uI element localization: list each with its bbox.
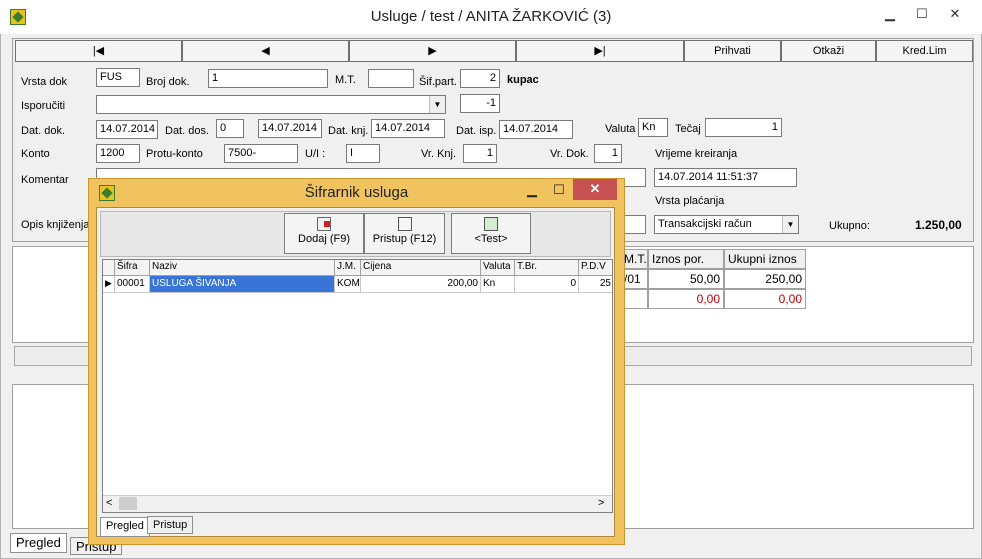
minimize-button[interactable]: ▁: [875, 4, 905, 24]
vr-dok-label: Vr. Dok.: [550, 148, 589, 160]
isporuciti-code-field[interactable]: -1: [460, 94, 500, 113]
grid-cell-cijena[interactable]: 200,00: [361, 276, 481, 293]
grid-cell-jm[interactable]: KOM: [335, 276, 361, 293]
ui-label: U/I :: [305, 148, 326, 160]
access-button-label: Pristup (F12): [372, 233, 437, 245]
chevron-down-icon: ▼: [782, 216, 798, 233]
add-button-label: Dodaj (F9): [298, 233, 350, 245]
grid-header-cijena[interactable]: Cijena: [361, 260, 481, 276]
grid-cell-naziv[interactable]: USLUGA ŠIVANJA: [150, 276, 335, 293]
tab-pregled[interactable]: Pregled: [10, 533, 67, 553]
vr-dok-field[interactable]: 1: [594, 144, 622, 163]
scroll-left-icon[interactable]: <: [106, 497, 112, 509]
grid-header-sifra[interactable]: Šifra: [115, 260, 150, 276]
close-button[interactable]: ✕: [940, 4, 970, 24]
vrijeme-label: Vrijeme kreiranja: [655, 148, 738, 160]
vr-knj-field[interactable]: 1: [463, 144, 497, 163]
broj-dok-field[interactable]: 1: [208, 69, 328, 88]
dat-dos-days-field[interactable]: 0: [216, 119, 244, 138]
grid-header-tbr[interactable]: T.Br.: [515, 260, 579, 276]
dialog-tab-pristup[interactable]: Pristup: [147, 516, 194, 534]
ukupno-label: Ukupno:: [829, 220, 870, 232]
grid-cell[interactable]: 0,00: [724, 289, 806, 309]
vrsta-placanja-dropdown[interactable]: Transakcijski račun ▼: [654, 215, 799, 234]
horizontal-scrollbar[interactable]: [103, 495, 612, 512]
dat-isp-label: Dat. isp.: [456, 125, 497, 137]
partner-type-text: kupac: [507, 74, 539, 86]
grid-cell[interactable]: 0,00: [648, 289, 724, 309]
konto-field[interactable]: 1200: [96, 144, 140, 163]
dialog-maximize-button[interactable]: ☐: [544, 180, 574, 200]
protu-konto-label: Protu-konto: [146, 148, 203, 160]
dat-knj-label: Dat. knj.: [328, 125, 369, 137]
test-button-label: <Test>: [474, 233, 508, 245]
test-button[interactable]: <Test>: [451, 213, 531, 254]
next-record-button[interactable]: ▶: [349, 40, 516, 62]
dat-dos-label: Dat. dos.: [165, 125, 210, 137]
vrijeme-field: 14.07.2014 11:51:37: [654, 168, 797, 187]
grid-header-iznos-por[interactable]: Iznos por.: [648, 249, 724, 269]
add-button[interactable]: Dodaj (F9): [284, 213, 364, 254]
grid-header-indicator: [103, 260, 115, 276]
dialog-minimize-button[interactable]: ▁: [517, 180, 547, 200]
grid-cell-valuta[interactable]: Kn: [481, 276, 515, 293]
grid-header-naziv[interactable]: Naziv: [150, 260, 335, 276]
chevron-down-icon: ▼: [429, 96, 445, 113]
scroll-right-icon[interactable]: >: [598, 497, 604, 509]
mt-field[interactable]: [368, 69, 414, 88]
accept-button[interactable]: Prihvati: [684, 40, 781, 62]
protu-konto-field[interactable]: 7500-: [224, 144, 298, 163]
konto-label: Konto: [21, 148, 50, 160]
komentar-label: Komentar: [21, 174, 69, 186]
test-icon: [484, 217, 498, 231]
grid-header-ukupni-iznos[interactable]: Ukupni iznos: [724, 249, 806, 269]
dialog-tab-pregled[interactable]: Pregled: [100, 517, 150, 537]
cancel-button[interactable]: Otkaži: [781, 40, 876, 62]
grid-cell[interactable]: 50,00: [648, 269, 724, 289]
dat-dok-label: Dat. dok.: [21, 125, 66, 137]
vrsta-dok-label: Vrsta dok: [21, 76, 68, 88]
window-title: Usluge / test / ANITA ŽARKOVIĆ (3): [370, 8, 612, 25]
scroll-thumb[interactable]: [119, 497, 137, 510]
dat-dos-field[interactable]: 14.07.2014: [258, 119, 322, 138]
dialog-close-button[interactable]: ✕: [573, 179, 617, 200]
valuta-field[interactable]: Kn: [638, 118, 668, 137]
tecaj-label: Tečaj: [675, 123, 701, 135]
vrsta-placanja-value: Transakcijski račun: [658, 218, 752, 230]
prev-record-button[interactable]: ◀: [182, 40, 349, 62]
grid-cell-sifra[interactable]: 00001: [115, 276, 150, 293]
sif-part-field[interactable]: 2: [460, 69, 500, 88]
grid-cell-tbr[interactable]: 0: [515, 276, 579, 293]
dat-knj-field[interactable]: 14.07.2014: [371, 119, 445, 138]
dat-dok-field[interactable]: 14.07.2014: [96, 120, 158, 139]
services-grid[interactable]: Šifra Naziv J.M. Cijena Valuta T.Br. P.D…: [102, 259, 613, 513]
access-record-icon: [397, 217, 412, 231]
mt-label: M.T.: [335, 74, 356, 86]
isporuciti-dropdown[interactable]: ▼: [96, 95, 446, 114]
ukupno-value: 1.250,00: [915, 218, 962, 232]
tecaj-field[interactable]: 1: [705, 118, 782, 137]
vrsta-dok-field[interactable]: FUS: [96, 68, 140, 87]
grid-cell[interactable]: 250,00: [724, 269, 806, 289]
maximize-button[interactable]: ☐: [907, 4, 937, 24]
row-pointer-icon: ▶: [103, 276, 115, 293]
ui-field[interactable]: I: [346, 144, 380, 163]
vr-knj-label: Vr. Knj.: [421, 148, 457, 160]
first-record-button[interactable]: |◀: [15, 40, 182, 62]
grid-header-valuta[interactable]: Valuta: [481, 260, 515, 276]
vrsta-placanja-label: Vrsta plaćanja: [655, 195, 725, 207]
grid-header-pdv[interactable]: P.D.V: [579, 260, 612, 276]
sif-part-label: Šif.part.: [419, 76, 457, 88]
last-record-button[interactable]: ▶|: [516, 40, 684, 62]
broj-dok-label: Broj dok.: [146, 76, 190, 88]
valuta-label: Valuta: [605, 123, 636, 135]
add-record-icon: [317, 217, 331, 231]
grid-cell-pdv[interactable]: 25: [579, 276, 612, 293]
access-button[interactable]: Pristup (F12): [364, 213, 445, 254]
grid-header-jm[interactable]: J.M.: [335, 260, 361, 276]
dat-isp-field[interactable]: 14.07.2014: [499, 120, 573, 139]
credit-limit-button[interactable]: Kred.Lim: [876, 40, 973, 62]
isporuciti-label: Isporučiti: [21, 100, 66, 112]
opis-knjizenja-label: Opis knjiženja: [21, 219, 90, 231]
